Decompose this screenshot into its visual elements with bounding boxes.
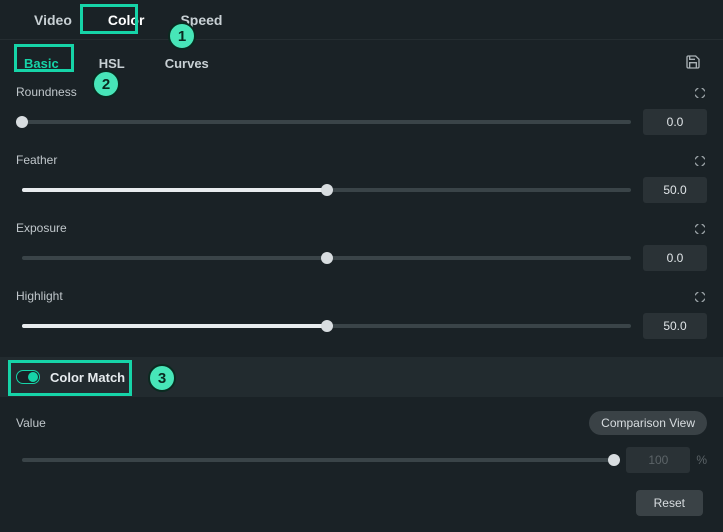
roundness-slider[interactable] (22, 120, 631, 124)
highlight-slider[interactable] (22, 324, 631, 328)
highlight-row: Highlight 50.0 (16, 289, 707, 339)
exposure-row: Exposure 0.0 (16, 221, 707, 271)
sub-tabs: Basic HSL Curves (0, 40, 723, 83)
exposure-label: Exposure (16, 221, 67, 235)
subtab-basic[interactable]: Basic (16, 52, 67, 75)
feather-value[interactable]: 50.0 (643, 177, 707, 203)
color-match-title: Color Match (50, 370, 125, 385)
percent-suffix: % (696, 453, 707, 467)
color-match-value-label: Value (16, 416, 46, 430)
top-tabs: Video Color Speed (0, 0, 723, 40)
reset-icon[interactable] (695, 154, 707, 166)
save-preset-icon[interactable] (685, 54, 701, 70)
color-match-section: Color Match (0, 357, 723, 397)
feather-label: Feather (16, 153, 57, 167)
roundness-label: Roundness (16, 85, 77, 99)
color-match-value[interactable]: 100 (626, 447, 690, 473)
tab-video[interactable]: Video (16, 2, 90, 38)
subtab-curves[interactable]: Curves (157, 52, 217, 75)
color-match-toggle[interactable] (16, 370, 40, 384)
color-match-slider[interactable] (22, 458, 614, 462)
roundness-value[interactable]: 0.0 (643, 109, 707, 135)
slider-thumb[interactable] (321, 184, 333, 196)
reset-button[interactable]: Reset (636, 490, 703, 516)
feather-row: Feather 50.0 (16, 153, 707, 203)
feather-slider[interactable] (22, 188, 631, 192)
reset-icon[interactable] (695, 222, 707, 234)
exposure-value[interactable]: 0.0 (643, 245, 707, 271)
tab-speed[interactable]: Speed (162, 2, 240, 38)
exposure-slider[interactable] (22, 256, 631, 260)
color-basic-panel: Roundness 0.0 Feather 50.0 (0, 83, 723, 473)
roundness-row: Roundness 0.0 (16, 85, 707, 135)
subtab-hsl[interactable]: HSL (91, 52, 133, 75)
reset-icon[interactable] (695, 86, 707, 98)
reset-icon[interactable] (695, 290, 707, 302)
tab-color[interactable]: Color (90, 2, 163, 38)
slider-thumb[interactable] (608, 454, 620, 466)
slider-thumb[interactable] (321, 320, 333, 332)
slider-thumb[interactable] (321, 252, 333, 264)
highlight-value[interactable]: 50.0 (643, 313, 707, 339)
comparison-view-button[interactable]: Comparison View (589, 411, 707, 435)
slider-thumb[interactable] (16, 116, 28, 128)
highlight-label: Highlight (16, 289, 63, 303)
